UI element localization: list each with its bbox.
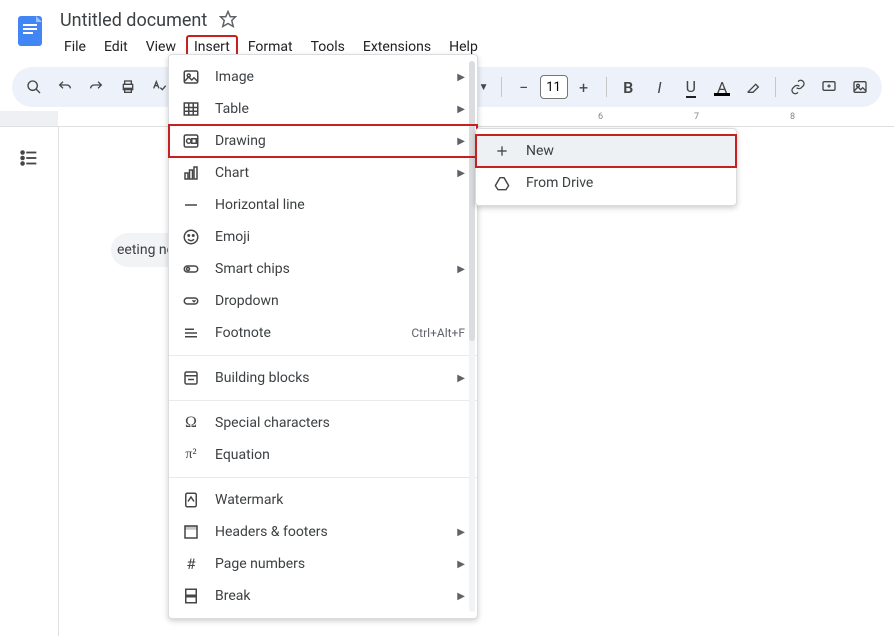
- menu-divider: [169, 477, 477, 478]
- drawing-icon: [181, 131, 201, 151]
- menu-label: Building blocks: [215, 370, 457, 386]
- menu-label: Headers & footers: [215, 524, 457, 540]
- app-header: Untitled document File Edit View Insert …: [0, 0, 894, 59]
- chart-icon: [181, 163, 201, 183]
- docs-logo[interactable]: [12, 12, 48, 48]
- redo-icon[interactable]: [83, 73, 110, 101]
- drawing-new[interactable]: New: [476, 135, 736, 167]
- ruler-tick: 8: [790, 112, 795, 122]
- insert-dropdown: Image ▶ Table ▶ Drawing ▶ Chart ▶ Horizo…: [168, 54, 478, 619]
- chevron-right-icon: ▶: [457, 264, 465, 275]
- chevron-right-icon: ▶: [457, 591, 465, 602]
- insert-horizontal-line[interactable]: Horizontal line: [169, 189, 477, 221]
- chevron-right-icon: ▶: [457, 168, 465, 179]
- menu-label: Dropdown: [215, 293, 465, 309]
- insert-building-blocks[interactable]: Building blocks ▶: [169, 362, 477, 394]
- omega-icon: Ω: [181, 413, 201, 433]
- menu-divider: [169, 355, 477, 356]
- keyboard-shortcut: Ctrl+Alt+F: [411, 326, 465, 340]
- menu-label: Page numbers: [215, 556, 457, 572]
- menu-file[interactable]: File: [56, 35, 94, 59]
- document-title[interactable]: Untitled document: [56, 8, 211, 33]
- title-area: Untitled document File Edit View Insert …: [56, 8, 882, 59]
- insert-equation[interactable]: π² Equation: [169, 439, 477, 471]
- ruler-tick: 7: [694, 112, 699, 122]
- menu-label: Watermark: [215, 492, 465, 508]
- menu-label: Table: [215, 101, 457, 117]
- submenu-label: From Drive: [526, 175, 593, 191]
- bold-button[interactable]: B: [614, 73, 641, 101]
- insert-chart[interactable]: Chart ▶: [169, 157, 477, 189]
- styles-arrow-icon[interactable]: ▼: [479, 82, 489, 93]
- menu-label: Footnote: [215, 325, 411, 341]
- insert-footnote[interactable]: Footnote Ctrl+Alt+F: [169, 317, 477, 349]
- pi-icon: π²: [181, 445, 201, 465]
- blocks-icon: [181, 368, 201, 388]
- left-sidebar: [0, 127, 58, 636]
- underline-button[interactable]: U: [677, 73, 704, 101]
- menu-label: Emoji: [215, 229, 465, 245]
- insert-watermark[interactable]: Watermark: [169, 484, 477, 516]
- watermark-icon: [181, 490, 201, 510]
- ruler-tick: 6: [598, 112, 603, 122]
- font-size-decrease[interactable]: −: [510, 73, 538, 101]
- insert-image-button[interactable]: [847, 73, 874, 101]
- chevron-right-icon: ▶: [457, 136, 465, 147]
- menu-label: Smart chips: [215, 261, 457, 277]
- emoji-icon: [181, 227, 201, 247]
- image-icon: [181, 67, 201, 87]
- chevron-right-icon: ▶: [457, 373, 465, 384]
- insert-break[interactable]: Break ▶: [169, 580, 477, 612]
- print-icon[interactable]: [114, 73, 141, 101]
- undo-icon[interactable]: [51, 73, 78, 101]
- plus-icon: [492, 143, 512, 159]
- add-comment-button[interactable]: [815, 73, 842, 101]
- drive-icon: [492, 175, 512, 191]
- drawing-submenu: New From Drive: [475, 128, 737, 206]
- insert-special-characters[interactable]: Ω Special characters: [169, 407, 477, 439]
- insert-image[interactable]: Image ▶: [169, 61, 477, 93]
- submenu-label: New: [526, 143, 554, 159]
- font-size-increase[interactable]: +: [570, 73, 598, 101]
- menu-label: Drawing: [215, 133, 457, 149]
- insert-emoji[interactable]: Emoji: [169, 221, 477, 253]
- menu-label: Chart: [215, 165, 457, 181]
- chevron-right-icon: ▶: [457, 72, 465, 83]
- menu-label: Break: [215, 588, 457, 604]
- chevron-right-icon: ▶: [457, 559, 465, 570]
- search-icon[interactable]: [20, 73, 47, 101]
- menu-divider: [169, 400, 477, 401]
- table-icon: [181, 99, 201, 119]
- italic-button[interactable]: I: [646, 73, 673, 101]
- insert-headers-footers[interactable]: Headers & footers ▶: [169, 516, 477, 548]
- insert-page-numbers[interactable]: # Page numbers ▶: [169, 548, 477, 580]
- insert-smart-chips[interactable]: Smart chips ▶: [169, 253, 477, 285]
- text-color-button[interactable]: A: [708, 73, 735, 101]
- insert-table[interactable]: Table ▶: [169, 93, 477, 125]
- menu-label: Special characters: [215, 415, 465, 431]
- drawing-from-drive[interactable]: From Drive: [476, 167, 736, 199]
- insert-drawing[interactable]: Drawing ▶: [169, 125, 477, 157]
- footnote-icon: [181, 323, 201, 343]
- insert-dropdown-chip[interactable]: Dropdown: [169, 285, 477, 317]
- chevron-right-icon: ▶: [457, 104, 465, 115]
- font-size-input[interactable]: [540, 75, 568, 99]
- star-icon[interactable]: [219, 10, 237, 32]
- menu-label: Equation: [215, 447, 465, 463]
- chevron-right-icon: ▶: [457, 527, 465, 538]
- outline-icon[interactable]: [0, 147, 58, 174]
- hr-icon: [181, 195, 201, 215]
- menu-label: Image: [215, 69, 457, 85]
- menu-label: Horizontal line: [215, 197, 465, 213]
- smartchips-icon: [181, 259, 201, 279]
- highlight-button[interactable]: [740, 73, 767, 101]
- pagenum-icon: #: [181, 554, 201, 574]
- dropdown-icon: [181, 291, 201, 311]
- break-icon: [181, 586, 201, 606]
- insert-link-button[interactable]: [784, 73, 811, 101]
- menu-edit[interactable]: Edit: [96, 35, 136, 59]
- headers-icon: [181, 522, 201, 542]
